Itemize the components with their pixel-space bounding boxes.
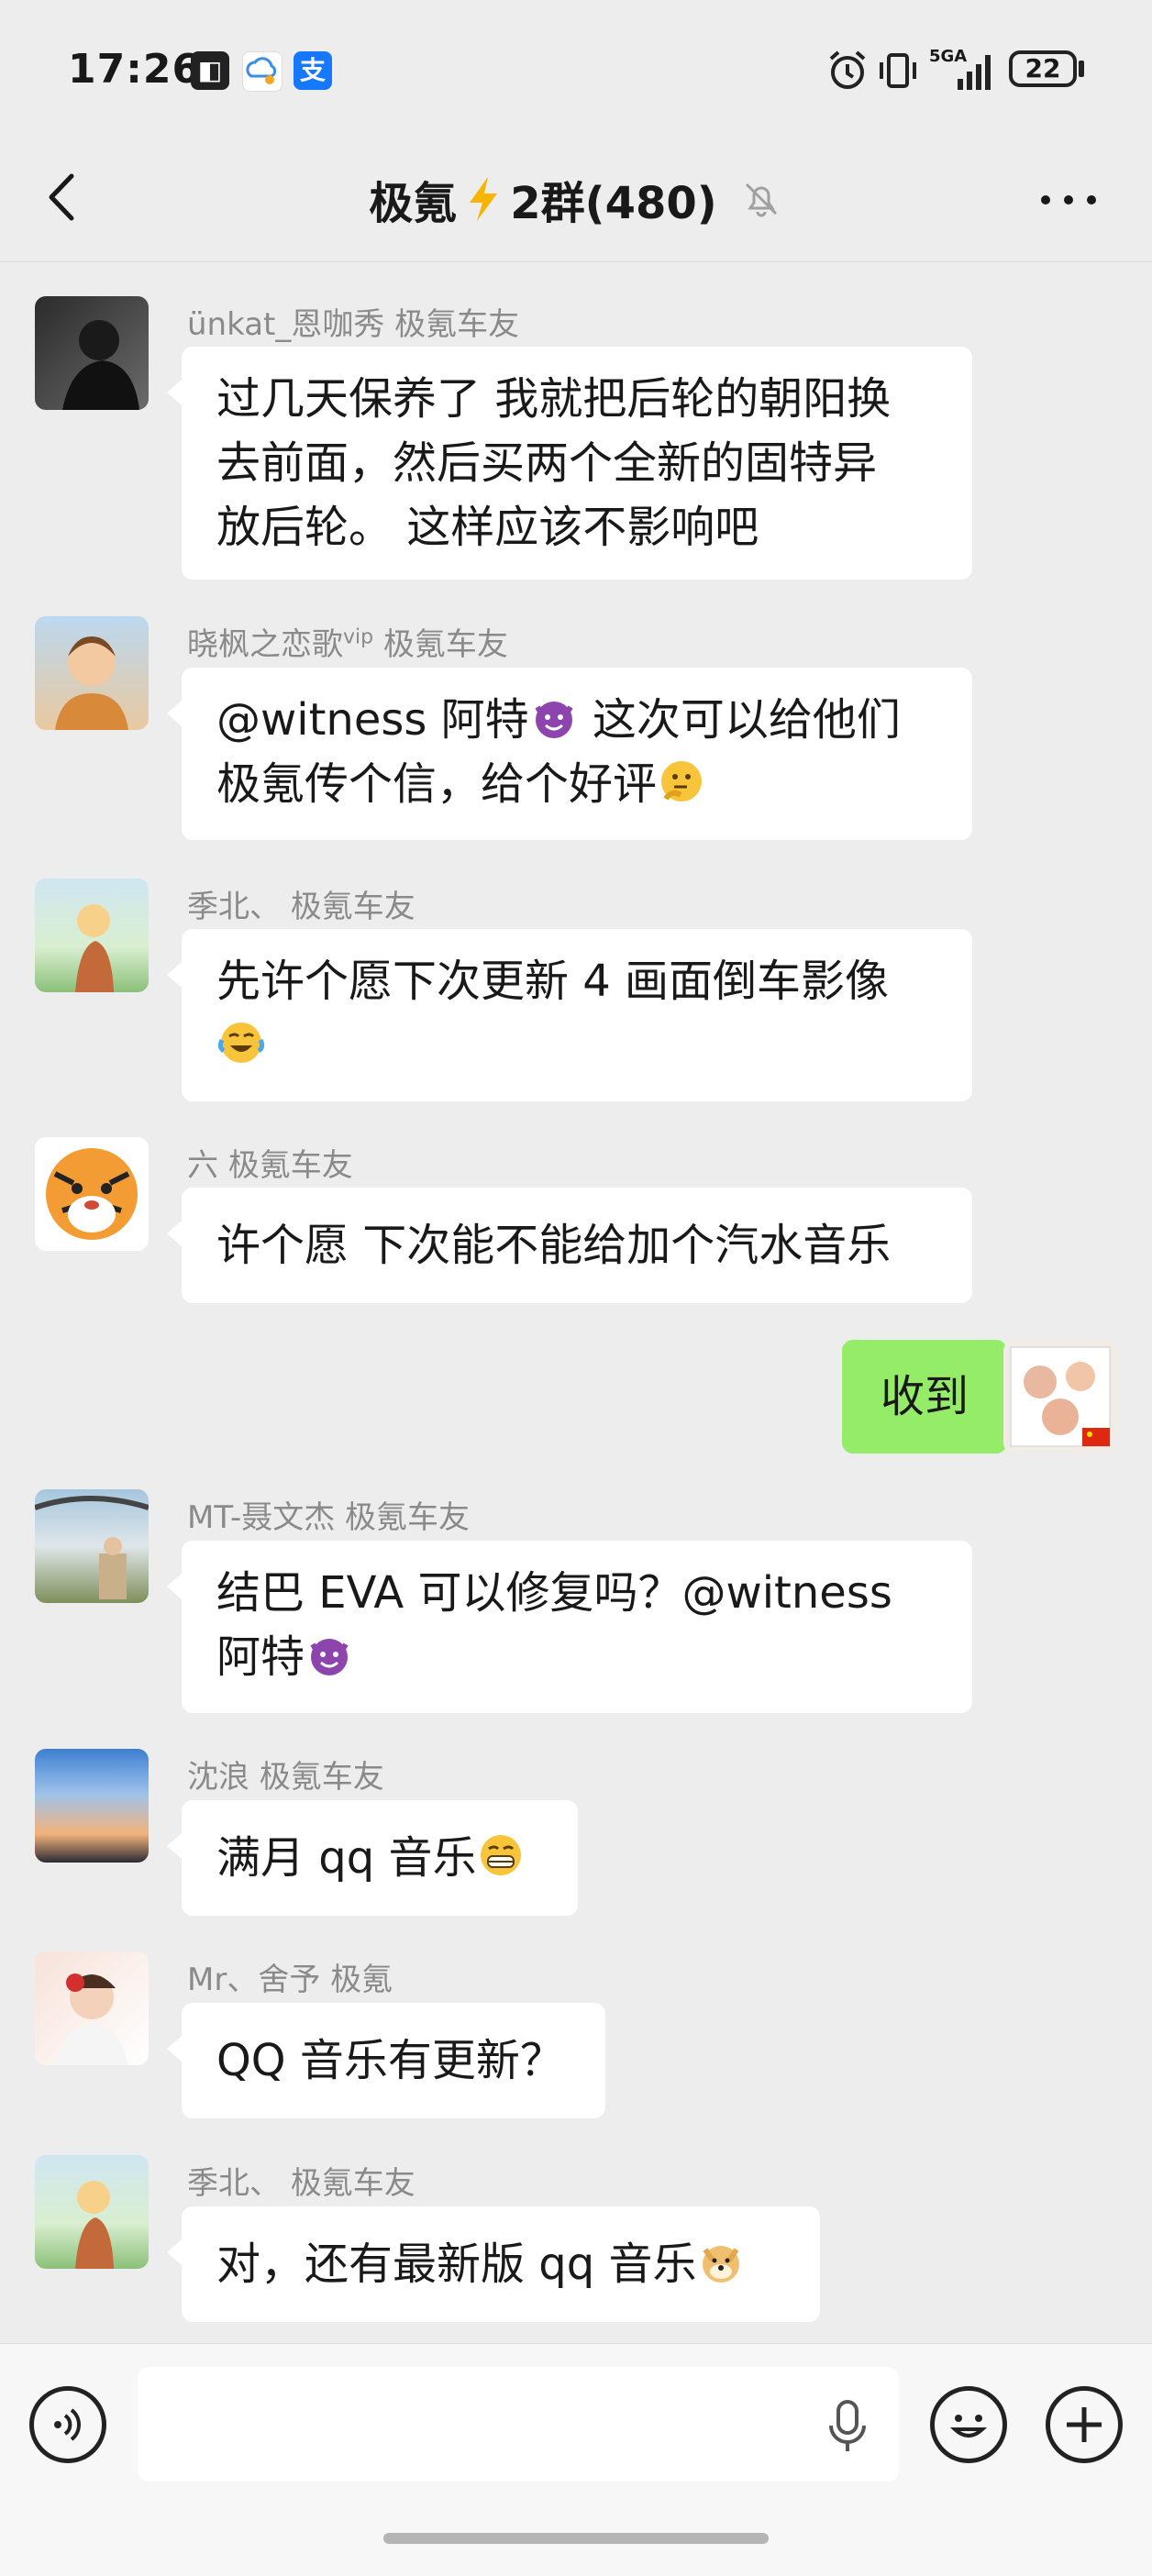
sender-name: 季北、 极氪车友 (187, 2165, 415, 2202)
sender-name-text: 晓枫之恋歌 (187, 626, 343, 663)
mute-bell-icon (745, 182, 777, 217)
plus-button[interactable] (1046, 2386, 1123, 2463)
avatar[interactable] (35, 1749, 149, 1863)
signal-icon (958, 55, 991, 90)
notification-app-icon: ◧ (191, 51, 229, 90)
message-line: 先许个愿下次更新 4 画面倒车影像 (216, 956, 890, 1007)
group-count: 2群(480) (510, 178, 717, 229)
voice-icon (54, 2408, 81, 2441)
message-bubble[interactable]: 对，还有最新版 qq 音乐 (167, 2206, 820, 2322)
alipay-icon: 支 (294, 51, 332, 90)
message-line: 极氪传个信，给个好评 (216, 752, 937, 816)
message-input[interactable] (138, 2367, 899, 2482)
sender-name: 晓枫之恋歌vip 极氪车友 (187, 619, 508, 664)
message-bubble[interactable]: QQ 音乐有更新？ (167, 2003, 605, 2118)
grinning-emoji-icon (481, 1835, 522, 1875)
message-line: QQ 音乐有更新？ (216, 2035, 564, 2086)
doge-emoji-icon (703, 2246, 740, 2283)
voice-button[interactable] (29, 2386, 106, 2463)
chat-header: 极氪 2群(480) (0, 138, 1152, 262)
message-bubble[interactable]: 许个愿 下次能不能给加个汽水音乐 (167, 1188, 972, 1303)
message-bubble[interactable]: 满月 qq 音乐 (167, 1800, 578, 1916)
message-text: 这次可以给他们 (578, 694, 901, 746)
message-line: @witness 阿特 这次可以给他们 (216, 688, 937, 752)
sender-name: 六 极氪车友 (187, 1147, 353, 1184)
more-icon[interactable] (1036, 182, 1101, 218)
avatar[interactable] (35, 616, 149, 730)
avatar[interactable] (35, 2155, 149, 2269)
plus-icon (1067, 2407, 1102, 2442)
message-bubble[interactable]: @witness 阿特 这次可以给他们 极氪传个信，给个好评 (167, 668, 972, 840)
avatar[interactable] (35, 1951, 149, 2065)
message-line: 许个愿 下次能不能给加个汽水音乐 (216, 1220, 892, 1271)
message-line: 结巴 EVA 可以修复吗？@witness (216, 1567, 892, 1619)
message-text: 极氪传个信，给个好评 (216, 758, 658, 810)
sender-name: 沈浪 极氪车友 (187, 1759, 384, 1796)
message-line: 对，还有最新版 qq 音乐 (216, 2232, 785, 2296)
sender-name: MT-聂文杰 极氪车友 (187, 1499, 471, 1536)
message-line: 放后轮。 这样应该不影响吧 (216, 502, 759, 553)
battery-indicator: 22 (1009, 50, 1077, 87)
message-text: 满月 qq 音乐 (216, 1832, 477, 1884)
message-bubble[interactable]: 过几天保养了 我就把后轮的朝阳换 去前面，然后买两个全新的固特异 放后轮。 这样… (167, 347, 972, 580)
message-bubble[interactable]: 结巴 EVA 可以修复吗？@witness 阿特 (167, 1541, 972, 1713)
thinking-emoji-icon (661, 761, 703, 802)
message-line (216, 1013, 937, 1078)
my-message-bubble[interactable]: 收到 (842, 1340, 1022, 1454)
mention-text: 阿特 (216, 1631, 305, 1683)
avatar[interactable] (35, 1489, 149, 1603)
vibrate-icon (880, 53, 916, 88)
message-line: 过几天保养了 我就把后轮的朝阳换 (216, 373, 892, 425)
vip-badge: vip (343, 625, 374, 649)
message-line: 满月 qq 音乐 (216, 1826, 543, 1890)
avatar[interactable] (35, 1137, 149, 1251)
group-name: 极氪 (369, 178, 458, 229)
cloud-chat-icon (242, 51, 282, 92)
smiling-devil-emoji-icon (535, 702, 573, 738)
alarm-icon (829, 50, 866, 89)
lightning-icon (470, 177, 498, 221)
mention-text: @witness 阿特 (216, 694, 529, 746)
my-avatar[interactable] (1003, 1340, 1117, 1454)
avatar[interactable] (35, 296, 149, 410)
avatar[interactable] (35, 879, 149, 992)
home-indicator[interactable] (383, 2533, 769, 2544)
sender-tag: 极氪车友 (373, 626, 508, 663)
chat-title: 极氪 2群(480) (0, 167, 1152, 231)
emoji-button[interactable] (930, 2386, 1007, 2463)
tears-of-joy-emoji-icon (217, 1023, 265, 1063)
microphone-icon[interactable] (822, 2394, 873, 2459)
emoji-icon (949, 2415, 988, 2438)
message-text: 对，还有最新版 qq 音乐 (216, 2239, 697, 2290)
sender-name: 季北、 极氪车友 (187, 889, 415, 925)
smiling-devil-emoji-icon (310, 1639, 349, 1675)
message-bubble[interactable]: 先许个愿下次更新 4 画面倒车影像 (167, 929, 972, 1101)
sender-name: Mr、舍予 极氪 (187, 1962, 393, 1998)
status-time: 17:26 (68, 46, 202, 93)
message-line: 收到 (880, 1371, 969, 1422)
message-line: 阿特 (216, 1625, 937, 1689)
battery-tip (1079, 61, 1084, 77)
status-bar: 17:26 ◧ 支 5GA 22 (0, 0, 1152, 138)
message-line: 去前面，然后买两个全新的固特异 (216, 437, 878, 489)
sender-name: ünkat_恩咖秀 极氪车友 (187, 306, 520, 343)
